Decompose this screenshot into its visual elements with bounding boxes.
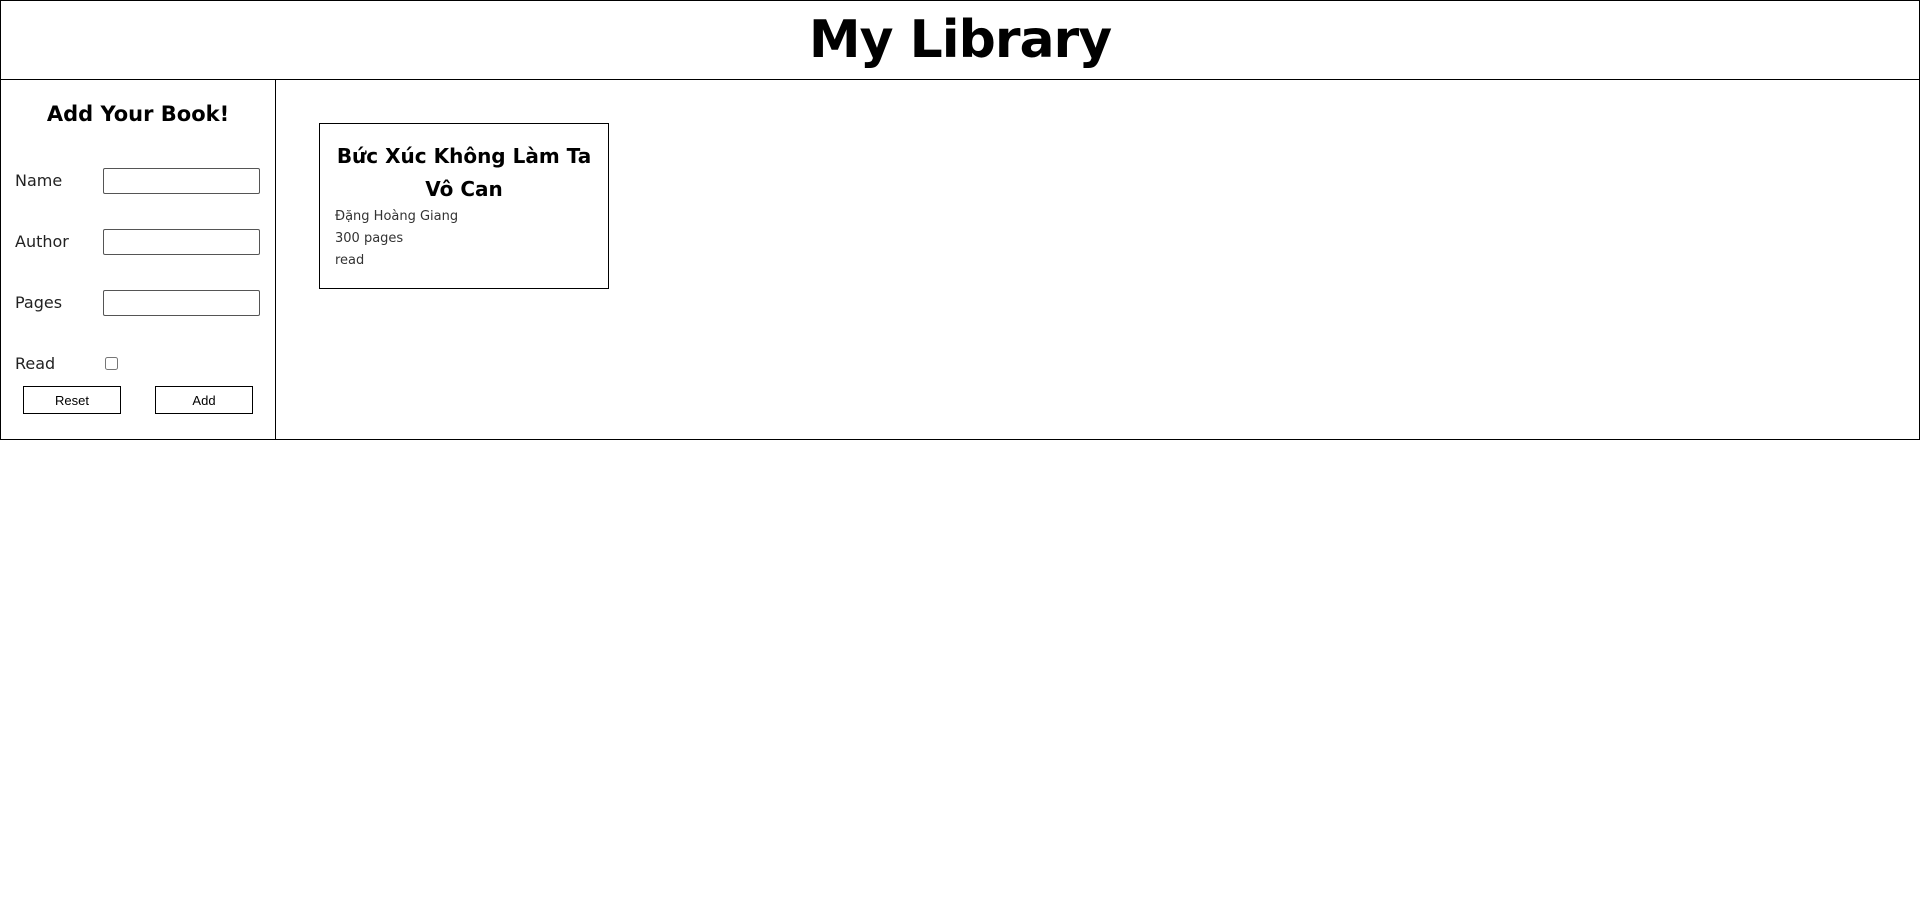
author-row: Author (15, 211, 261, 272)
name-input[interactable] (103, 167, 260, 194)
header: My Library (0, 0, 1920, 80)
book-card: Bức Xúc Không Làm Ta Vô Can Đặng Hoàng G… (319, 123, 609, 289)
pages-label: Pages (15, 293, 63, 312)
page-title: My Library (808, 10, 1112, 70)
pages-input[interactable] (103, 289, 260, 316)
name-label: Name (15, 171, 63, 190)
author-input[interactable] (103, 228, 260, 255)
book-list: Bức Xúc Không Làm Ta Vô Can Đặng Hoàng G… (276, 80, 1919, 439)
book-title: Bức Xúc Không Làm Ta Vô Can (336, 144, 592, 201)
read-row: Read (15, 333, 261, 394)
read-checkbox[interactable] (105, 357, 118, 370)
main-area: Add Your Book! Name Author Pages Read Re… (0, 80, 1920, 440)
name-row: Name (15, 150, 261, 211)
page: My Library Add Your Book! Name Author Pa… (0, 0, 1920, 914)
pages-row: Pages (15, 272, 261, 333)
book-author: Đặng Hoàng Giang (335, 209, 459, 224)
author-label: Author (15, 232, 69, 251)
book-status: read (335, 253, 365, 268)
form-buttons: Reset Add (15, 386, 261, 414)
form-heading: Add Your Book! (46, 102, 230, 126)
reset-button[interactable]: Reset (23, 386, 121, 414)
add-book-form: Add Your Book! Name Author Pages Read Re… (1, 80, 276, 439)
add-button[interactable]: Add (155, 386, 253, 414)
book-pages: 300 pages (335, 231, 404, 246)
read-label: Read (15, 354, 56, 373)
